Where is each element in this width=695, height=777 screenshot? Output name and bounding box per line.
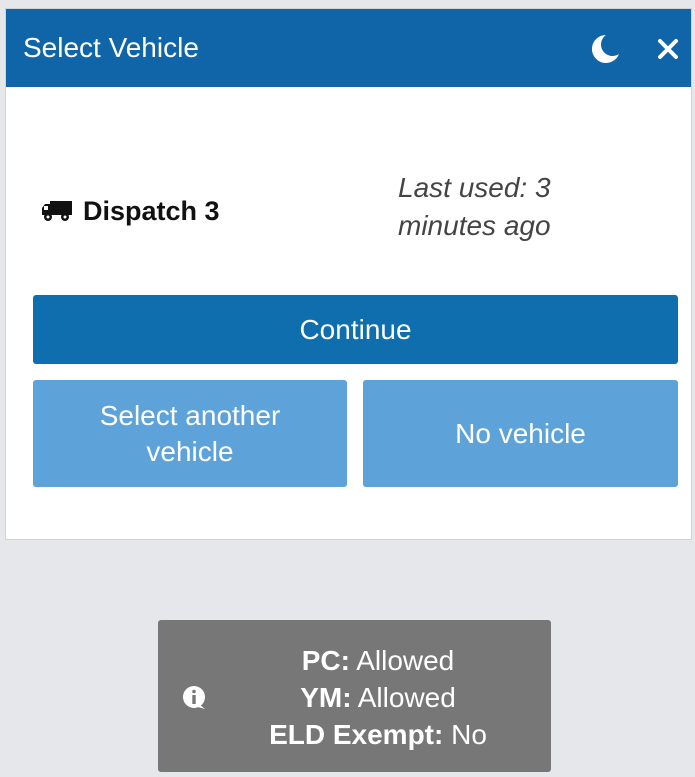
continue-button[interactable]: Continue [33,295,678,364]
no-vehicle-button[interactable]: No vehicle [363,380,678,487]
moon-icon [591,34,619,63]
close-button[interactable] [646,27,690,71]
info-row-ym: YM: Allowed [218,679,538,716]
close-icon [658,39,678,59]
info-icon [183,686,205,709]
info-key: YM: [300,682,352,713]
status-info-box: PC: Allowed YM: Allowed ELD Exempt: No [158,620,551,772]
select-another-vehicle-button[interactable]: Select another vehicle [33,380,347,487]
theme-toggle-button[interactable] [582,27,626,71]
select-vehicle-dialog: Select Vehicle Dispatch 3 Last used: 3 m… [5,8,692,540]
info-row-pc: PC: Allowed [218,642,538,679]
dialog-title: Select Vehicle [23,32,199,63]
info-value: Allowed [357,682,456,713]
info-value: No [451,719,487,750]
dialog-header: Select Vehicle [6,9,691,87]
truck-icon [42,201,72,221]
info-lines: PC: Allowed YM: Allowed ELD Exempt: No [218,642,538,753]
info-row-eld-exempt: ELD Exempt: No [218,716,538,753]
info-value: Allowed [356,645,455,676]
vehicle-row: Dispatch 3 [41,191,220,231]
vehicle-name: Dispatch 3 [83,195,220,226]
last-used-text: Last used: 3 minutes ago [398,172,551,241]
info-key: PC: [301,645,350,676]
info-key: ELD Exempt: [269,719,444,750]
